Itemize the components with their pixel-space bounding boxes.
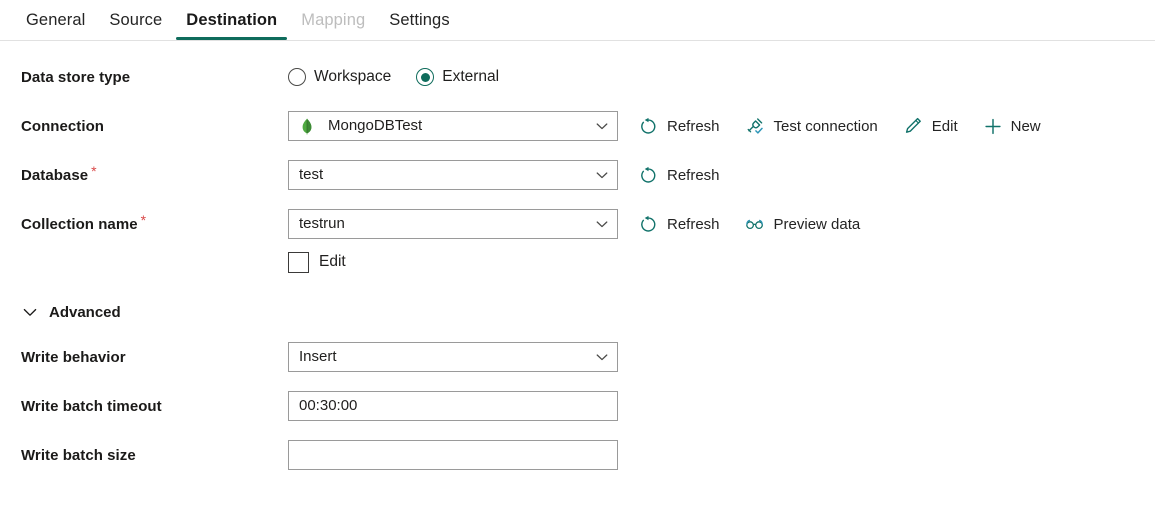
label-data-store-type: Data store type — [21, 69, 131, 86]
plus-icon — [983, 116, 1003, 136]
label-collection-name: Collection name * — [21, 209, 288, 240]
write-batch-timeout-value: 00:30:00 — [299, 397, 358, 414]
collection-name-control: testrun Refresh Preview data — [288, 209, 860, 239]
advanced-section-label: Advanced — [49, 303, 121, 321]
connection-dropdown[interactable]: MongoDBTest — [288, 111, 618, 141]
radio-external[interactable]: External — [416, 68, 499, 86]
connection-actions: Refresh Test connection Edit New — [638, 111, 1041, 141]
collection-refresh-label: Refresh — [667, 215, 720, 233]
radio-external-label: External — [442, 68, 500, 85]
write-batch-size-control — [288, 440, 618, 470]
tab-source[interactable]: Source — [97, 0, 174, 40]
connection-refresh-button[interactable]: Refresh — [638, 116, 720, 136]
radio-external-mark — [416, 68, 435, 86]
tab-settings-label: Settings — [389, 10, 450, 29]
connection-refresh-label: Refresh — [667, 117, 720, 135]
required-asterisk: * — [91, 163, 97, 179]
tab-general[interactable]: General — [14, 0, 97, 40]
refresh-icon — [638, 116, 658, 136]
tab-mapping: Mapping — [289, 0, 377, 40]
connection-edit-label: Edit — [931, 117, 958, 135]
collection-name-actions: Refresh Preview data — [638, 209, 860, 239]
chevron-down-icon — [594, 167, 610, 183]
label-collection-name-text: Collection name — [21, 216, 138, 233]
row-write-batch-timeout: Write batch timeout 00:30:00 — [0, 391, 1155, 422]
connection-value: MongoDBTest — [328, 117, 423, 134]
chevron-down-icon — [594, 216, 610, 232]
label-database-text: Database — [21, 167, 89, 184]
database-control: test Refresh — [288, 160, 720, 190]
tab-settings[interactable]: Settings — [377, 0, 461, 40]
connection-new-label: New — [1010, 117, 1041, 135]
row-data-store-type: Data store type Workspace External — [0, 62, 1155, 93]
row-collection-edit-checkbox: Edit — [0, 249, 1155, 279]
preview-data-button[interactable]: Preview data — [745, 214, 861, 234]
test-connection-label: Test connection — [773, 117, 878, 135]
chevron-down-icon — [21, 303, 39, 321]
write-behavior-control: Insert — [288, 342, 618, 372]
pencil-icon — [903, 116, 923, 136]
connection-control: MongoDBTest Refresh Test connection Edit… — [288, 111, 1041, 141]
glasses-icon — [745, 214, 765, 234]
radio-workspace-label: Workspace — [314, 68, 392, 85]
connection-edit-button[interactable]: Edit — [903, 116, 958, 136]
row-connection: Connection MongoDBTest Refresh Test conn… — [0, 111, 1155, 142]
collection-edit-checkbox-label: Edit — [319, 253, 346, 270]
tab-general-label: General — [26, 10, 86, 29]
refresh-icon — [638, 214, 658, 234]
data-store-type-control: Workspace External — [288, 62, 499, 92]
write-batch-timeout-input[interactable]: 00:30:00 — [288, 391, 618, 421]
write-behavior-value: Insert — [299, 348, 337, 365]
write-behavior-dropdown[interactable]: Insert — [288, 342, 618, 372]
database-value: test — [299, 166, 324, 183]
preview-data-label: Preview data — [773, 215, 861, 233]
database-refresh-button[interactable]: Refresh — [638, 165, 720, 185]
required-asterisk: * — [140, 212, 147, 228]
spacer-label — [21, 249, 288, 250]
refresh-icon — [638, 165, 658, 185]
row-database: Database * test Refresh — [0, 160, 1155, 191]
test-connection-icon — [745, 116, 765, 136]
collection-refresh-button[interactable]: Refresh — [638, 214, 720, 234]
radio-workspace[interactable]: Workspace — [288, 68, 391, 86]
label-write-batch-timeout: Write batch timeout — [21, 398, 162, 415]
destination-form: Data store type Workspace External Conne… — [0, 41, 1155, 471]
database-actions: Refresh — [638, 160, 720, 190]
label-database: Database * — [21, 160, 288, 191]
advanced-section-toggle[interactable]: Advanced — [0, 303, 121, 321]
collection-name-dropdown[interactable]: testrun — [288, 209, 618, 239]
row-write-batch-size: Write batch size — [0, 440, 1155, 471]
chevron-down-icon — [594, 118, 610, 134]
label-write-behavior: Write behavior — [21, 349, 126, 366]
tab-mapping-label: Mapping — [301, 10, 366, 29]
row-write-behavior: Write behavior Insert — [0, 342, 1155, 373]
label-connection: Connection — [21, 118, 104, 135]
database-dropdown[interactable]: test — [288, 160, 618, 190]
mongodb-leaf-icon — [299, 118, 315, 135]
tab-destination-label: Destination — [186, 10, 278, 29]
collection-edit-checkbox-row[interactable]: Edit — [288, 249, 346, 275]
label-write-batch-size: Write batch size — [21, 447, 136, 464]
database-refresh-label: Refresh — [667, 166, 720, 184]
tab-destination[interactable]: Destination — [174, 0, 289, 40]
write-batch-size-input[interactable] — [288, 440, 618, 470]
write-batch-timeout-control: 00:30:00 — [288, 391, 618, 421]
tab-bar: General Source Destination Mapping Setti… — [0, 0, 1155, 41]
data-store-type-radio-group: Workspace External — [288, 62, 499, 92]
radio-workspace-mark — [288, 68, 306, 86]
tab-source-label: Source — [109, 10, 163, 29]
collection-name-value: testrun — [299, 215, 345, 232]
connection-new-button[interactable]: New — [983, 116, 1041, 136]
collection-edit-control: Edit — [288, 249, 346, 275]
chevron-down-icon — [594, 349, 610, 365]
collection-edit-checkbox[interactable] — [288, 251, 309, 273]
test-connection-button[interactable]: Test connection — [745, 116, 878, 136]
row-collection-name: Collection name * testrun Refresh Previe… — [0, 209, 1155, 240]
